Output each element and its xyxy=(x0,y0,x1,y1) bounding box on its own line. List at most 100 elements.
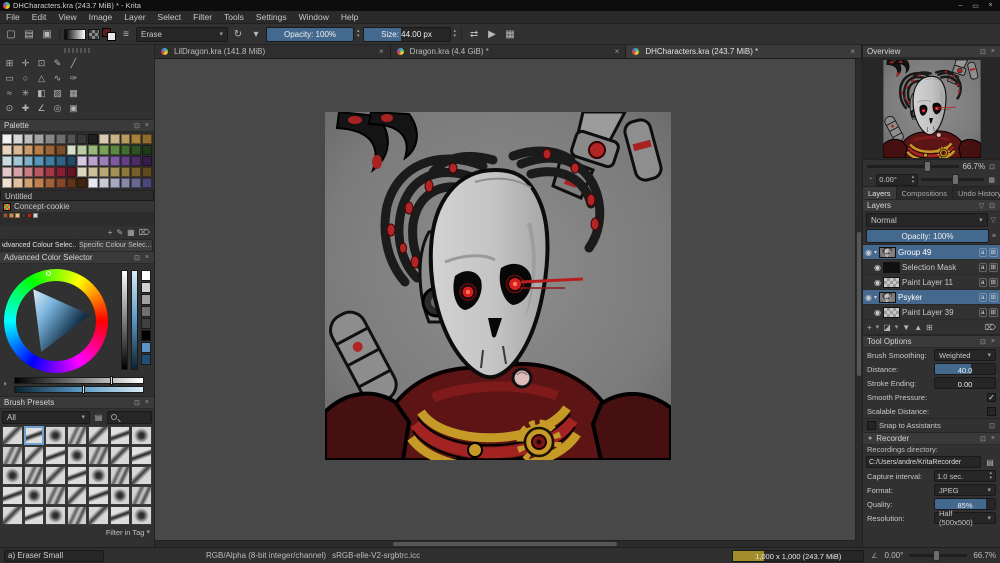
palette-swatch[interactable] xyxy=(55,167,66,177)
palette-swatch[interactable] xyxy=(33,213,38,218)
color-chip[interactable] xyxy=(141,306,151,317)
palette-swatch[interactable] xyxy=(2,134,12,144)
hue-strip[interactable] xyxy=(131,270,138,370)
brush-preset[interactable] xyxy=(131,426,152,445)
distance-slider[interactable]: 40.0 xyxy=(934,363,996,375)
brush-preset[interactable] xyxy=(23,466,45,485)
palette-swatch[interactable] xyxy=(66,145,77,155)
brush-preset[interactable] xyxy=(109,466,131,485)
palette-swatch[interactable] xyxy=(99,134,109,144)
palette-swatch[interactable] xyxy=(55,134,66,144)
mirror-view-icon[interactable]: ▦ xyxy=(987,176,996,184)
delete-layer-button[interactable]: ⌦ xyxy=(985,323,996,332)
palette-swatch[interactable] xyxy=(131,167,142,177)
layer-alpha-badge[interactable]: a xyxy=(978,262,987,272)
brush-preset[interactable] xyxy=(88,446,109,465)
move-tool[interactable]: ✛ xyxy=(18,56,33,70)
palette-swatch[interactable] xyxy=(88,167,99,177)
brush-preset[interactable] xyxy=(66,426,88,445)
palette-swatch[interactable] xyxy=(23,167,34,177)
palette-swatch[interactable] xyxy=(34,178,45,188)
brush-preset[interactable] xyxy=(23,486,45,505)
palette-swatch[interactable] xyxy=(120,134,131,144)
close-button[interactable]: × xyxy=(983,0,998,11)
blending-mode-combo[interactable]: Erase ▾ xyxy=(136,26,228,42)
palette-swatch[interactable] xyxy=(99,178,109,188)
palette-swatch[interactable] xyxy=(77,178,88,188)
palette-swatch[interactable] xyxy=(77,145,88,155)
palette-swatch[interactable] xyxy=(77,156,88,166)
palette-swatch[interactable] xyxy=(66,156,77,166)
scrollbar-thumb[interactable] xyxy=(857,232,861,377)
pattern-chooser[interactable] xyxy=(88,28,100,40)
layer-alpha-badge[interactable]: a xyxy=(978,247,987,257)
gradient-tool[interactable]: ▨ xyxy=(50,86,65,100)
palette-swatch[interactable] xyxy=(109,167,120,177)
docker-float-icon[interactable]: ⊡ xyxy=(133,254,141,262)
palette-swatch[interactable] xyxy=(2,167,12,177)
palette-swatch[interactable] xyxy=(23,156,34,166)
tag-icon[interactable]: ▤ xyxy=(92,411,105,424)
layer-props-badge[interactable]: ⊞ xyxy=(988,307,998,317)
menu-item-layer[interactable]: Layer xyxy=(118,11,151,24)
palette-swatch[interactable] xyxy=(142,134,152,144)
tag-filter-combo[interactable]: All ▾ xyxy=(2,410,90,424)
layer-visibility-icon[interactable]: ◉ xyxy=(865,293,872,302)
add-mask-dropdown[interactable]: ▾ xyxy=(895,323,899,331)
foreground-background-colors[interactable] xyxy=(102,27,116,41)
pattern-tool[interactable]: ▦ xyxy=(66,86,81,100)
layer-props-badge[interactable]: ⊞ xyxy=(988,247,998,257)
palette-swatch[interactable] xyxy=(88,156,99,166)
menu-item-help[interactable]: Help xyxy=(335,11,364,24)
palette-swatch[interactable] xyxy=(131,134,142,144)
palette-swatch[interactable] xyxy=(34,134,45,144)
palette-swatch[interactable] xyxy=(109,178,120,188)
rotate-icon[interactable]: ◔ xyxy=(867,176,873,183)
snap-to-assistants-checkbox[interactable] xyxy=(867,421,876,430)
palette-swatch[interactable] xyxy=(131,178,142,188)
duplicate-layer-button[interactable]: ⊞ xyxy=(926,323,933,332)
layer-expand-icon[interactable]: ▾ xyxy=(874,249,877,256)
open-document-button[interactable]: ▤ xyxy=(21,26,37,42)
add-layer-dropdown[interactable]: ▾ xyxy=(876,323,880,331)
layer-props-badge[interactable]: ⊞ xyxy=(988,292,998,302)
value-strip[interactable] xyxy=(121,270,128,370)
brush-preset[interactable] xyxy=(88,486,109,505)
palette-name-field[interactable]: Untitled xyxy=(0,190,154,201)
new-document-button[interactable]: ▢ xyxy=(3,26,19,42)
stroke-ending-slider[interactable]: 0.00 xyxy=(934,377,996,389)
tab-advanced-colour-selector[interactable]: Advanced Colour Selec... xyxy=(1,239,77,251)
menu-item-settings[interactable]: Settings xyxy=(250,11,293,24)
interval-spin-arrows[interactable]: ▴ ▾ xyxy=(988,471,993,481)
hue-cursor[interactable] xyxy=(46,271,51,276)
docker-close-icon[interactable]: × xyxy=(990,338,996,345)
palette-swatch[interactable] xyxy=(131,156,142,166)
palette-swatch[interactable] xyxy=(23,134,34,144)
preset-detach-button[interactable]: ▾ xyxy=(248,26,264,42)
palette-swatch[interactable] xyxy=(120,167,131,177)
palette-swatch[interactable] xyxy=(12,145,23,155)
palette-swatch[interactable] xyxy=(27,213,32,218)
palette-swatch[interactable] xyxy=(109,145,120,155)
docker-close-icon[interactable]: × xyxy=(144,122,150,129)
memory-usage-widget[interactable]: 1,000 x 1,000 (243.7 MiB) xyxy=(732,549,865,562)
layer-expand-icon[interactable]: ▾ xyxy=(874,294,877,301)
docker-close-icon[interactable]: × xyxy=(144,254,150,261)
brush-preset[interactable] xyxy=(23,426,45,445)
palette-swatch[interactable] xyxy=(55,178,66,188)
slider-marker[interactable] xyxy=(81,385,85,394)
brush-preset[interactable] xyxy=(2,426,23,445)
zoom-level-value[interactable]: 66.7% xyxy=(973,551,996,560)
docker-float-icon[interactable]: ⊡ xyxy=(133,122,141,130)
shade-selector-icon[interactable]: ◑ xyxy=(2,379,7,388)
docker-float-icon[interactable]: ⊡ xyxy=(133,399,141,407)
canvas-artwork[interactable] xyxy=(325,112,671,460)
palette-swatch[interactable] xyxy=(120,145,131,155)
palette-swatch[interactable] xyxy=(34,167,45,177)
brush-preset[interactable] xyxy=(131,466,152,485)
palette-swatch[interactable] xyxy=(45,134,55,144)
palette-swatch[interactable] xyxy=(88,134,99,144)
brush-preset[interactable] xyxy=(131,506,152,525)
palette-swatch[interactable] xyxy=(99,145,109,155)
rotation-spinbox[interactable]: 0.00° ▴ ▾ xyxy=(876,173,919,186)
